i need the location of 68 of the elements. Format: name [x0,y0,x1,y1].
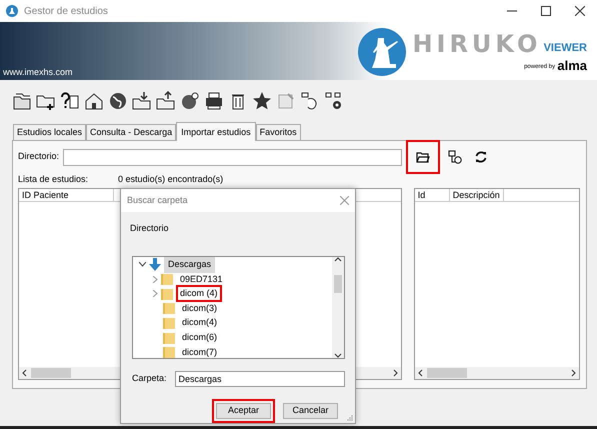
chevron-down-icon[interactable] [139,262,146,268]
folder-tree-item[interactable]: dicom(3) [178,300,222,317]
brand-name: HIRUKO [412,32,542,56]
scrollbar-thumb[interactable] [426,368,467,378]
accept-button[interactable]: Aceptar [216,403,271,419]
cancel-button[interactable]: Cancelar [283,403,338,419]
folder-tree-item[interactable]: dicom(7) [178,344,222,358]
scroll-right-icon[interactable] [571,369,576,377]
printer-icon[interactable] [204,91,224,111]
refresh-icon [474,150,488,164]
horizontal-scrollbar[interactable] [414,367,579,379]
tab[interactable]: Consulta - Descarga [86,124,176,140]
folder-download-icon[interactable] [132,91,152,111]
close-icon[interactable] [575,6,585,16]
folder-input-field[interactable]: Descargas [174,371,345,387]
folder-tree-item[interactable]: dicom(4) [178,314,222,332]
dialog-title: Buscar carpeta [127,194,188,207]
column-header[interactable]: Id [414,188,450,200]
window-title: Gestor de estudios [24,4,108,18]
tab[interactable]: Estudios locales [13,124,86,140]
chevron-right-icon[interactable] [153,290,158,298]
product-name: VIEWER [544,40,587,56]
app-icon [6,5,18,17]
house-icon[interactable] [84,91,104,111]
scroll-left-icon[interactable] [418,369,423,377]
scroll-up-icon[interactable] [334,257,342,262]
folder-icon [163,332,175,344]
folder-icon [163,346,175,358]
study-count-text: 0 estudio(s) encontrado(s) [118,173,224,186]
browse-folder-button[interactable] [406,140,440,174]
folder-icon [163,302,175,314]
folders-icon[interactable] [12,91,32,111]
tab[interactable]: Importar estudios [176,122,256,141]
folder-tree-item[interactable]: Descargas [164,257,216,274]
folder-label: Carpeta: [132,372,167,386]
chevron-right-icon[interactable] [153,276,158,283]
folder-icon [161,288,173,300]
network-gear-icon[interactable] [324,91,344,111]
download-arrow-icon [149,258,161,272]
resize-grip-icon[interactable] [347,415,353,421]
column-header[interactable]: Descripción [450,188,504,200]
folder-icon [163,316,175,329]
star-icon[interactable] [252,91,272,111]
samurai-logo-icon [358,28,406,76]
scrollbar-thumb[interactable] [334,275,342,294]
help-document-icon[interactable] [60,91,80,111]
folder-upload-icon[interactable] [156,91,176,111]
partner-name: alma [557,58,587,72]
scroll-down-icon[interactable] [334,353,342,358]
directory-label: Directorio: [18,150,60,164]
vertical-scrollbar[interactable] [332,257,344,358]
scrollbar-thumb[interactable] [31,368,71,378]
study-list-label: Lista de estudios: [18,173,88,186]
folder-tree-item[interactable]: dicom (4) [176,285,222,302]
scroll-right-icon[interactable] [392,369,398,377]
globe-icon[interactable] [108,91,128,111]
scroll-left-icon[interactable] [22,369,27,377]
folder-icon [416,151,430,163]
folder-tree-item[interactable]: dicom(6) [178,329,222,346]
column-header[interactable]: ID Paciente [19,188,114,200]
directory-field[interactable] [63,148,402,166]
folder-tree-item[interactable]: 09ED7131 [176,270,227,288]
folder-icon [161,273,173,286]
tab[interactable]: Favoritos [256,124,301,140]
dialog-heading: Directorio [129,222,170,235]
maximize-icon[interactable] [541,6,551,16]
website-text: www.imexhs.com [2,66,74,78]
computer-cd-icon [448,150,462,164]
